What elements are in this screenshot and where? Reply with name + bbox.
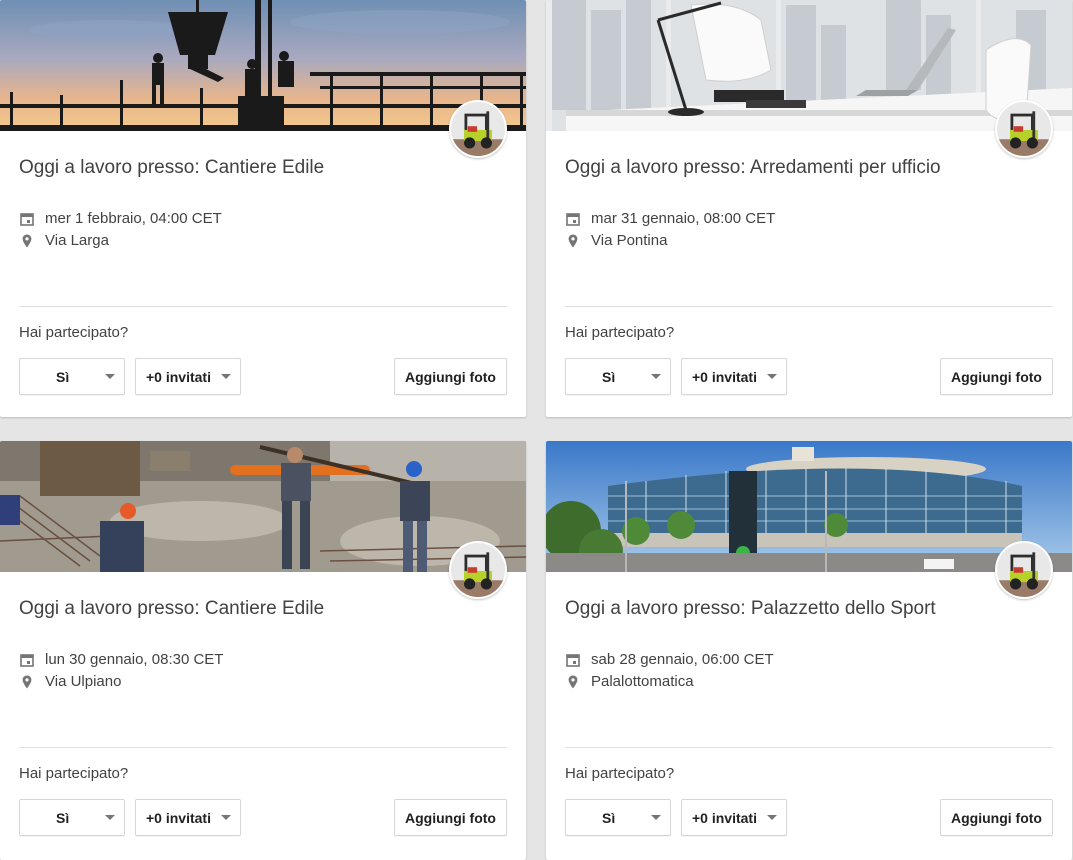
- attendance-question: Hai partecipato?: [565, 324, 675, 341]
- add-photo-button[interactable]: Aggiungi foto: [394, 358, 507, 395]
- rsvp-dropdown[interactable]: Sì: [19, 799, 125, 836]
- guests-value: +0 invitati: [146, 809, 211, 826]
- event-place[interactable]: Palalottomatica: [591, 673, 694, 690]
- caret-down-icon: [221, 374, 231, 379]
- location-pin-icon: [565, 233, 581, 249]
- attendance-question: Hai partecipato?: [19, 324, 129, 341]
- caret-down-icon: [651, 374, 661, 379]
- caret-down-icon: [767, 374, 777, 379]
- event-title[interactable]: Oggi a lavoro presso: Cantiere Edile: [19, 598, 324, 620]
- card-divider: [565, 747, 1053, 748]
- event-place[interactable]: Via Larga: [45, 232, 109, 249]
- caret-down-icon: [767, 815, 777, 820]
- event-title[interactable]: Oggi a lavoro presso: Arredamenti per uf…: [565, 157, 941, 179]
- calendar-icon: [565, 652, 581, 668]
- add-photo-button[interactable]: Aggiungi foto: [940, 799, 1053, 836]
- rsvp-dropdown[interactable]: Sì: [19, 358, 125, 395]
- calendar-icon: [19, 211, 35, 227]
- calendar-icon: [19, 652, 35, 668]
- rsvp-value: Sì: [56, 809, 70, 826]
- event-cover-image: [0, 441, 526, 572]
- organizer-avatar[interactable]: [449, 541, 507, 599]
- event-date-row: lun 30 gennaio, 08:30 CET: [19, 651, 223, 668]
- caret-down-icon: [651, 815, 661, 820]
- attendance-question: Hai partecipato?: [19, 765, 129, 782]
- event-date: sab 28 gennaio, 06:00 CET: [591, 651, 774, 668]
- caret-down-icon: [105, 815, 115, 820]
- event-date-row: mer 1 febbraio, 04:00 CET: [19, 210, 222, 227]
- add-photo-button[interactable]: Aggiungi foto: [940, 358, 1053, 395]
- location-pin-icon: [19, 674, 35, 690]
- location-pin-icon: [565, 674, 581, 690]
- caret-down-icon: [221, 815, 231, 820]
- guests-dropdown[interactable]: +0 invitati: [681, 358, 787, 395]
- event-place-row: Via Ulpiano: [19, 673, 121, 690]
- calendar-icon: [565, 211, 581, 227]
- caret-down-icon: [105, 374, 115, 379]
- rsvp-dropdown[interactable]: Sì: [565, 358, 671, 395]
- event-cover-image: [546, 0, 1072, 131]
- rsvp-value: Sì: [56, 368, 70, 385]
- event-card[interactable]: Oggi a lavoro presso: Cantiere Edile mer…: [0, 0, 526, 417]
- card-divider: [19, 306, 507, 307]
- guests-dropdown[interactable]: +0 invitati: [681, 799, 787, 836]
- guests-dropdown[interactable]: +0 invitati: [135, 799, 241, 836]
- event-date: mar 31 gennaio, 08:00 CET: [591, 210, 776, 227]
- card-divider: [19, 747, 507, 748]
- guests-value: +0 invitati: [692, 809, 757, 826]
- event-card[interactable]: Oggi a lavoro presso: Palazzetto dello S…: [546, 441, 1072, 860]
- event-title[interactable]: Oggi a lavoro presso: Cantiere Edile: [19, 157, 324, 179]
- guests-dropdown[interactable]: +0 invitati: [135, 358, 241, 395]
- guests-value: +0 invitati: [146, 368, 211, 385]
- event-place-row: Palalottomatica: [565, 673, 694, 690]
- rsvp-value: Sì: [602, 809, 616, 826]
- event-date-row: sab 28 gennaio, 06:00 CET: [565, 651, 774, 668]
- event-cover-image: [0, 0, 526, 131]
- guests-value: +0 invitati: [692, 368, 757, 385]
- organizer-avatar[interactable]: [449, 100, 507, 158]
- card-divider: [565, 306, 1053, 307]
- event-place[interactable]: Via Pontina: [591, 232, 667, 249]
- event-card[interactable]: Oggi a lavoro presso: Arredamenti per uf…: [546, 0, 1072, 417]
- event-place-row: Via Larga: [19, 232, 109, 249]
- event-place-row: Via Pontina: [565, 232, 667, 249]
- event-date-row: mar 31 gennaio, 08:00 CET: [565, 210, 775, 227]
- organizer-avatar[interactable]: [995, 541, 1053, 599]
- attendance-question: Hai partecipato?: [565, 765, 675, 782]
- event-place[interactable]: Via Ulpiano: [45, 673, 121, 690]
- rsvp-dropdown[interactable]: Sì: [565, 799, 671, 836]
- event-cover-image: [546, 441, 1072, 572]
- rsvp-value: Sì: [602, 368, 616, 385]
- event-title[interactable]: Oggi a lavoro presso: Palazzetto dello S…: [565, 598, 936, 620]
- location-pin-icon: [19, 233, 35, 249]
- add-photo-button[interactable]: Aggiungi foto: [394, 799, 507, 836]
- event-date: mer 1 febbraio, 04:00 CET: [45, 210, 222, 227]
- organizer-avatar[interactable]: [995, 100, 1053, 158]
- event-card[interactable]: Oggi a lavoro presso: Cantiere Edile lun…: [0, 441, 526, 860]
- event-date: lun 30 gennaio, 08:30 CET: [45, 651, 224, 668]
